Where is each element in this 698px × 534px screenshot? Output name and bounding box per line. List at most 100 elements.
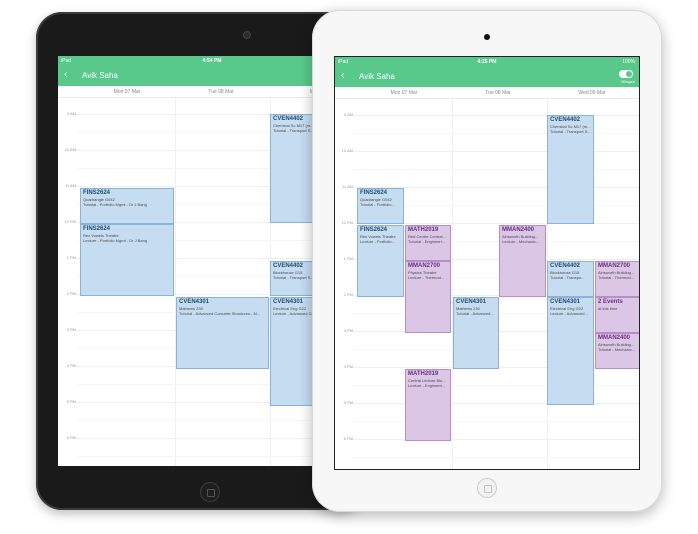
home-button[interactable] — [200, 482, 220, 502]
event-card[interactable]: CVEN4402 Blockhouse G15 Tutorial - Trans… — [547, 261, 594, 297]
half-hour-line — [353, 169, 639, 170]
hour-line — [353, 403, 639, 404]
half-hour-line — [353, 385, 639, 386]
event-code: CVEN4301 — [179, 299, 210, 305]
event-card[interactable]: MATH2019 Red Centre Central... Tutorial … — [405, 225, 451, 261]
toggle-label: Villagee — [620, 79, 635, 84]
half-hour-line — [353, 457, 639, 458]
hour-label: 3 PM — [66, 327, 76, 332]
hour-label: 11 AM — [341, 184, 353, 189]
event-code: MMAN2400 — [502, 227, 535, 233]
hour-label: 9 AM — [343, 112, 353, 117]
event-code: FINS2624 — [360, 190, 388, 196]
event-code: 2 Events — [598, 299, 623, 305]
event-description: Lecture - Portfolio... — [360, 239, 395, 244]
event-description: Tutorial - Advanced Concrete Structures … — [179, 311, 261, 316]
event-code: MATH2019 — [408, 371, 439, 377]
hour-label: 6 PM — [343, 436, 353, 441]
event-card[interactable]: CVEN4301 Mathews 230 Tutorial - Advanced… — [176, 297, 269, 369]
event-card[interactable]: FINS2624 Rex Vowels Theatre Lecture - Po… — [357, 225, 404, 297]
event-code: FINS2624 — [83, 190, 111, 196]
hour-label: 12 PM — [341, 220, 353, 225]
event-description: Lecture - Advanced... — [550, 311, 588, 316]
event-card[interactable]: CVEN4402 Chemical Sc M17 (m... Tutorial … — [547, 115, 594, 224]
front-camera — [244, 32, 250, 38]
event-description: Lecture - Mechanic... — [502, 239, 540, 244]
day-divider — [452, 99, 453, 469]
day-divider — [175, 98, 176, 466]
hour-line — [353, 151, 639, 152]
hour-label: 5 PM — [343, 400, 353, 405]
event-code: FINS2624 — [360, 227, 388, 233]
event-card[interactable]: MMAN2400 Ainsworth Building... Lecture -… — [499, 225, 546, 297]
white-ipad-screen: iPad 4:25 PM 100% ‹ Avik Saha Villagee M… — [334, 56, 640, 470]
view-toggle[interactable] — [619, 70, 633, 78]
event-card[interactable]: FINS2624 Rex Vowels Theatre Lecture - Po… — [80, 224, 174, 296]
event-description: Tutorial - Thermod... — [598, 275, 635, 280]
hour-label: 10 AM — [64, 147, 76, 152]
hour-label: 5 PM — [66, 399, 76, 404]
event-description: Tutorial - Portfolio Mgmt - Dr J Bang — [83, 202, 147, 207]
calendar-grid: 9 AM 10 AM 11 AM 12 PM 1 PM 2 PM 3 PM 4 … — [335, 99, 639, 469]
event-description: Lecture - Portfolio Mgmt - Dr J Bang — [83, 238, 148, 243]
day-header: Mon 07 Mar Tue 08 Mar Wed 09 Mar — [335, 87, 639, 99]
event-code: CVEN4402 — [550, 263, 581, 269]
hour-label: 2 PM — [66, 291, 76, 296]
back-chevron-icon[interactable]: ‹ — [341, 70, 344, 81]
hour-label: 3 PM — [343, 328, 353, 333]
hour-label: 1 PM — [66, 255, 76, 260]
hour-label: 12 PM — [64, 219, 76, 224]
event-card[interactable]: MMAN2700 Physics Theatre Lecture - Therm… — [405, 261, 451, 333]
multiple-events-card[interactable]: 2 Events at this time — [595, 297, 639, 333]
nav-title: Avik Saha — [82, 71, 118, 80]
home-button[interactable] — [477, 478, 497, 498]
hour-label: 2 PM — [343, 292, 353, 297]
event-code: MATH2019 — [408, 227, 439, 233]
event-card[interactable]: CVEN4301 Mathews 230 Tutorial - Advanced… — [453, 297, 499, 369]
day-label: Mon 07 Mar — [390, 90, 418, 96]
event-description: Lecture - Engineeri... — [408, 383, 446, 388]
event-card[interactable]: FINS2624 Quadrangle G042 Tutorial - Port… — [80, 188, 174, 224]
white-ipad-frame: iPad 4:25 PM 100% ‹ Avik Saha Villagee M… — [312, 10, 662, 512]
event-code: MMAN2700 — [598, 263, 631, 269]
front-camera — [484, 34, 490, 40]
nav-bar: ‹ Avik Saha Villagee — [335, 67, 639, 87]
event-code: CVEN4301 — [550, 299, 581, 305]
status-time: 4:25 PM — [477, 59, 497, 65]
hour-line — [353, 115, 639, 116]
day-label: Tue 08 Mar — [485, 90, 511, 96]
day-label: Tue 08 Mar — [208, 89, 234, 95]
event-description: Lecture - Thermod... — [408, 275, 445, 280]
hour-label: 6 PM — [66, 435, 76, 440]
hour-label: 4 PM — [343, 364, 353, 369]
marketing-image: iPad 4:54 PM ‹ Avik Saha Mon 07 Mar Tue … — [0, 0, 698, 534]
event-description: Tutorial - Advanced... — [456, 311, 494, 316]
event-code: CVEN4301 — [456, 299, 487, 305]
event-card[interactable]: MATH2019 Central Lecture Blo... Lecture … — [405, 369, 451, 441]
back-chevron-icon[interactable]: ‹ — [64, 69, 67, 80]
event-code: CVEN4402 — [550, 117, 581, 123]
event-card[interactable]: MMAN2400 Ainsworth Building... Tutorial … — [595, 333, 639, 369]
event-card[interactable]: FINS2624 Quadrangle G042 Tutorial - Port… — [357, 188, 404, 224]
event-description: Tutorial - Engineeri... — [408, 239, 445, 244]
event-note: at this time — [598, 306, 618, 311]
event-description: Tutorial - Portfolio... — [360, 202, 395, 207]
day-label: Mon 07 Mar — [113, 89, 141, 95]
event-code: MMAN2700 — [408, 263, 441, 269]
hour-label: 10 AM — [341, 148, 353, 153]
event-code: MMAN2400 — [598, 335, 631, 341]
half-hour-line — [353, 133, 639, 134]
battery-label: 100% — [622, 59, 635, 65]
event-description: Tutorial - Transport S... — [550, 129, 591, 134]
event-code: FINS2624 — [83, 226, 111, 232]
status-bar: iPad 4:25 PM 100% — [335, 57, 639, 67]
hour-label: 9 AM — [66, 111, 76, 116]
hour-line — [353, 439, 639, 440]
event-description: Tutorial - Mechanic... — [598, 347, 636, 352]
hour-label: 4 PM — [66, 363, 76, 368]
event-card[interactable]: MMAN2700 Ainsworth Building... Tutorial … — [595, 261, 639, 297]
day-label: Wed 09 Mar — [578, 90, 606, 96]
event-card[interactable]: CVEN4301 Electrical Eng G22 Lecture - Ad… — [547, 297, 594, 405]
hour-label: 11 AM — [64, 183, 76, 188]
nav-title: Avik Saha — [359, 72, 395, 81]
